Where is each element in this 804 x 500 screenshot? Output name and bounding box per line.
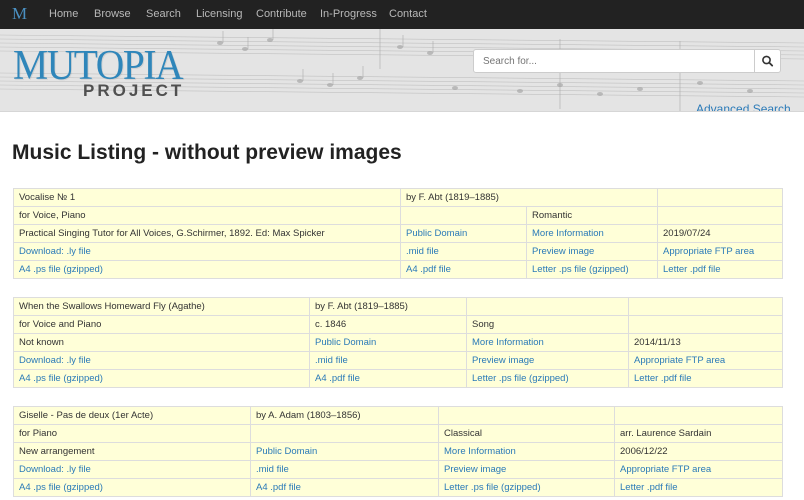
more-information-link[interactable]: More Information [444,446,516,457]
mid-file-link[interactable]: .mid file [256,464,289,475]
source: Practical Singing Tutor for All Voices, … [13,224,401,243]
composer: by A. Adam (1803–1856) [250,406,439,425]
piece-title: When the Swallows Homeward Fly (Agathe) [13,297,310,316]
table-row: Vocalise № 1 by F. Abt (1819–1885) [13,188,783,207]
instruments: for Voice and Piano [13,315,310,334]
empty-cell [628,297,783,316]
table-row: Download: .ly file .mid file Preview ima… [13,351,783,370]
music-entry-table: Vocalise № 1 by F. Abt (1819–1885) for V… [13,188,783,279]
arranger: arr. Laurence Sardain [614,424,783,443]
style: Romantic [526,206,658,225]
table-row: A4 .ps file (gzipped) A4 .pdf file Lette… [13,369,783,388]
a4-pdf-link[interactable]: A4 .pdf file [406,264,451,275]
letter-ps-link[interactable]: Letter .ps file (gzipped) [532,264,629,275]
preview-image-link[interactable]: Preview image [444,464,506,475]
nav-in-progress[interactable]: In-Progress [320,8,377,20]
letter-ps-link[interactable]: Letter .ps file (gzipped) [444,482,541,493]
mid-file-link[interactable]: .mid file [406,246,439,257]
table-row: A4 .ps file (gzipped) A4 .pdf file Lette… [13,478,783,497]
composition-date: c. 1846 [309,315,467,334]
nav-contribute[interactable]: Contribute [256,8,307,20]
table-row: for Piano Classical arr. Laurence Sardai… [13,424,783,443]
ftp-area-link[interactable]: Appropriate FTP area [620,464,711,475]
brand-logo-m[interactable]: M [12,4,27,24]
download-ly-link[interactable]: Download: .ly file [19,246,91,257]
music-entry-table: When the Swallows Homeward Fly (Agathe) … [13,297,783,388]
nav-licensing[interactable]: Licensing [196,8,242,20]
table-row: Download: .ly file .mid file Preview ima… [13,460,783,479]
search-icon [762,55,774,67]
ftp-area-link[interactable]: Appropriate FTP area [634,355,725,366]
table-row: Practical Singing Tutor for All Voices, … [13,224,783,243]
source: New arrangement [13,442,251,461]
instruments: for Voice, Piano [13,206,401,225]
last-updated: 2019/07/24 [657,224,783,243]
source: Not known [13,333,310,352]
table-row: Download: .ly file .mid file Preview ima… [13,242,783,261]
style: Song [466,315,629,334]
composition-date [250,424,439,443]
preview-image-link[interactable]: Preview image [472,355,534,366]
empty-cell [657,188,783,207]
nav-home[interactable]: Home [49,8,78,20]
license-link[interactable]: Public Domain [315,337,376,348]
instruments: for Piano [13,424,251,443]
table-row: Not known Public Domain More Information… [13,333,783,352]
page-title: Music Listing - without preview images [12,141,402,164]
top-navbar: M Home Browse Search Licensing Contribut… [0,0,804,29]
empty-cell [466,297,629,316]
arranger [628,315,783,334]
table-row: When the Swallows Homeward Fly (Agathe) … [13,297,783,316]
search-button[interactable] [754,49,781,73]
composer: by F. Abt (1819–1885) [400,188,658,207]
table-row: New arrangement Public Domain More Infor… [13,442,783,461]
table-row: Giselle - Pas de deux (1er Acte) by A. A… [13,406,783,425]
composition-date [400,206,527,225]
style: Classical [438,424,615,443]
arranger [657,206,783,225]
table-row: for Voice and Piano c. 1846 Song [13,315,783,334]
table-row: for Voice, Piano Romantic [13,206,783,225]
piece-title: Giselle - Pas de deux (1er Acte) [13,406,251,425]
a4-ps-link[interactable]: A4 .ps file (gzipped) [19,264,103,275]
logo-project: PROJECT [83,81,185,100]
letter-pdf-link[interactable]: Letter .pdf file [634,373,692,384]
last-updated: 2006/12/22 [614,442,783,461]
a4-pdf-link[interactable]: A4 .pdf file [315,373,360,384]
music-entry-table: Giselle - Pas de deux (1er Acte) by A. A… [13,406,783,497]
mid-file-link[interactable]: .mid file [315,355,348,366]
ftp-area-link[interactable]: Appropriate FTP area [663,246,754,257]
search-input[interactable] [473,49,755,73]
download-ly-link[interactable]: Download: .ly file [19,355,91,366]
license-link[interactable]: Public Domain [256,446,317,457]
composer: by F. Abt (1819–1885) [309,297,467,316]
empty-cell [614,406,783,425]
more-information-link[interactable]: More Information [472,337,544,348]
preview-image-link[interactable]: Preview image [532,246,594,257]
more-information-link[interactable]: More Information [532,228,604,239]
a4-pdf-link[interactable]: A4 .pdf file [256,482,301,493]
nav-contact[interactable]: Contact [389,8,427,20]
letter-pdf-link[interactable]: Letter .pdf file [663,264,721,275]
advanced-search-link[interactable]: Advanced Search [696,102,791,111]
letter-ps-link[interactable]: Letter .ps file (gzipped) [472,373,569,384]
nav-browse[interactable]: Browse [94,8,131,20]
nav-search[interactable]: Search [146,8,181,20]
letter-pdf-link[interactable]: Letter .pdf file [620,482,678,493]
empty-cell [438,406,615,425]
header-banner: MUTOPIA PROJECT Advanced Search [0,29,804,112]
piece-title: Vocalise № 1 [13,188,401,207]
table-row: A4 .ps file (gzipped) A4 .pdf file Lette… [13,260,783,279]
a4-ps-link[interactable]: A4 .ps file (gzipped) [19,373,103,384]
a4-ps-link[interactable]: A4 .ps file (gzipped) [19,482,103,493]
last-updated: 2014/11/13 [628,333,783,352]
download-ly-link[interactable]: Download: .ly file [19,464,91,475]
license-link[interactable]: Public Domain [406,228,467,239]
